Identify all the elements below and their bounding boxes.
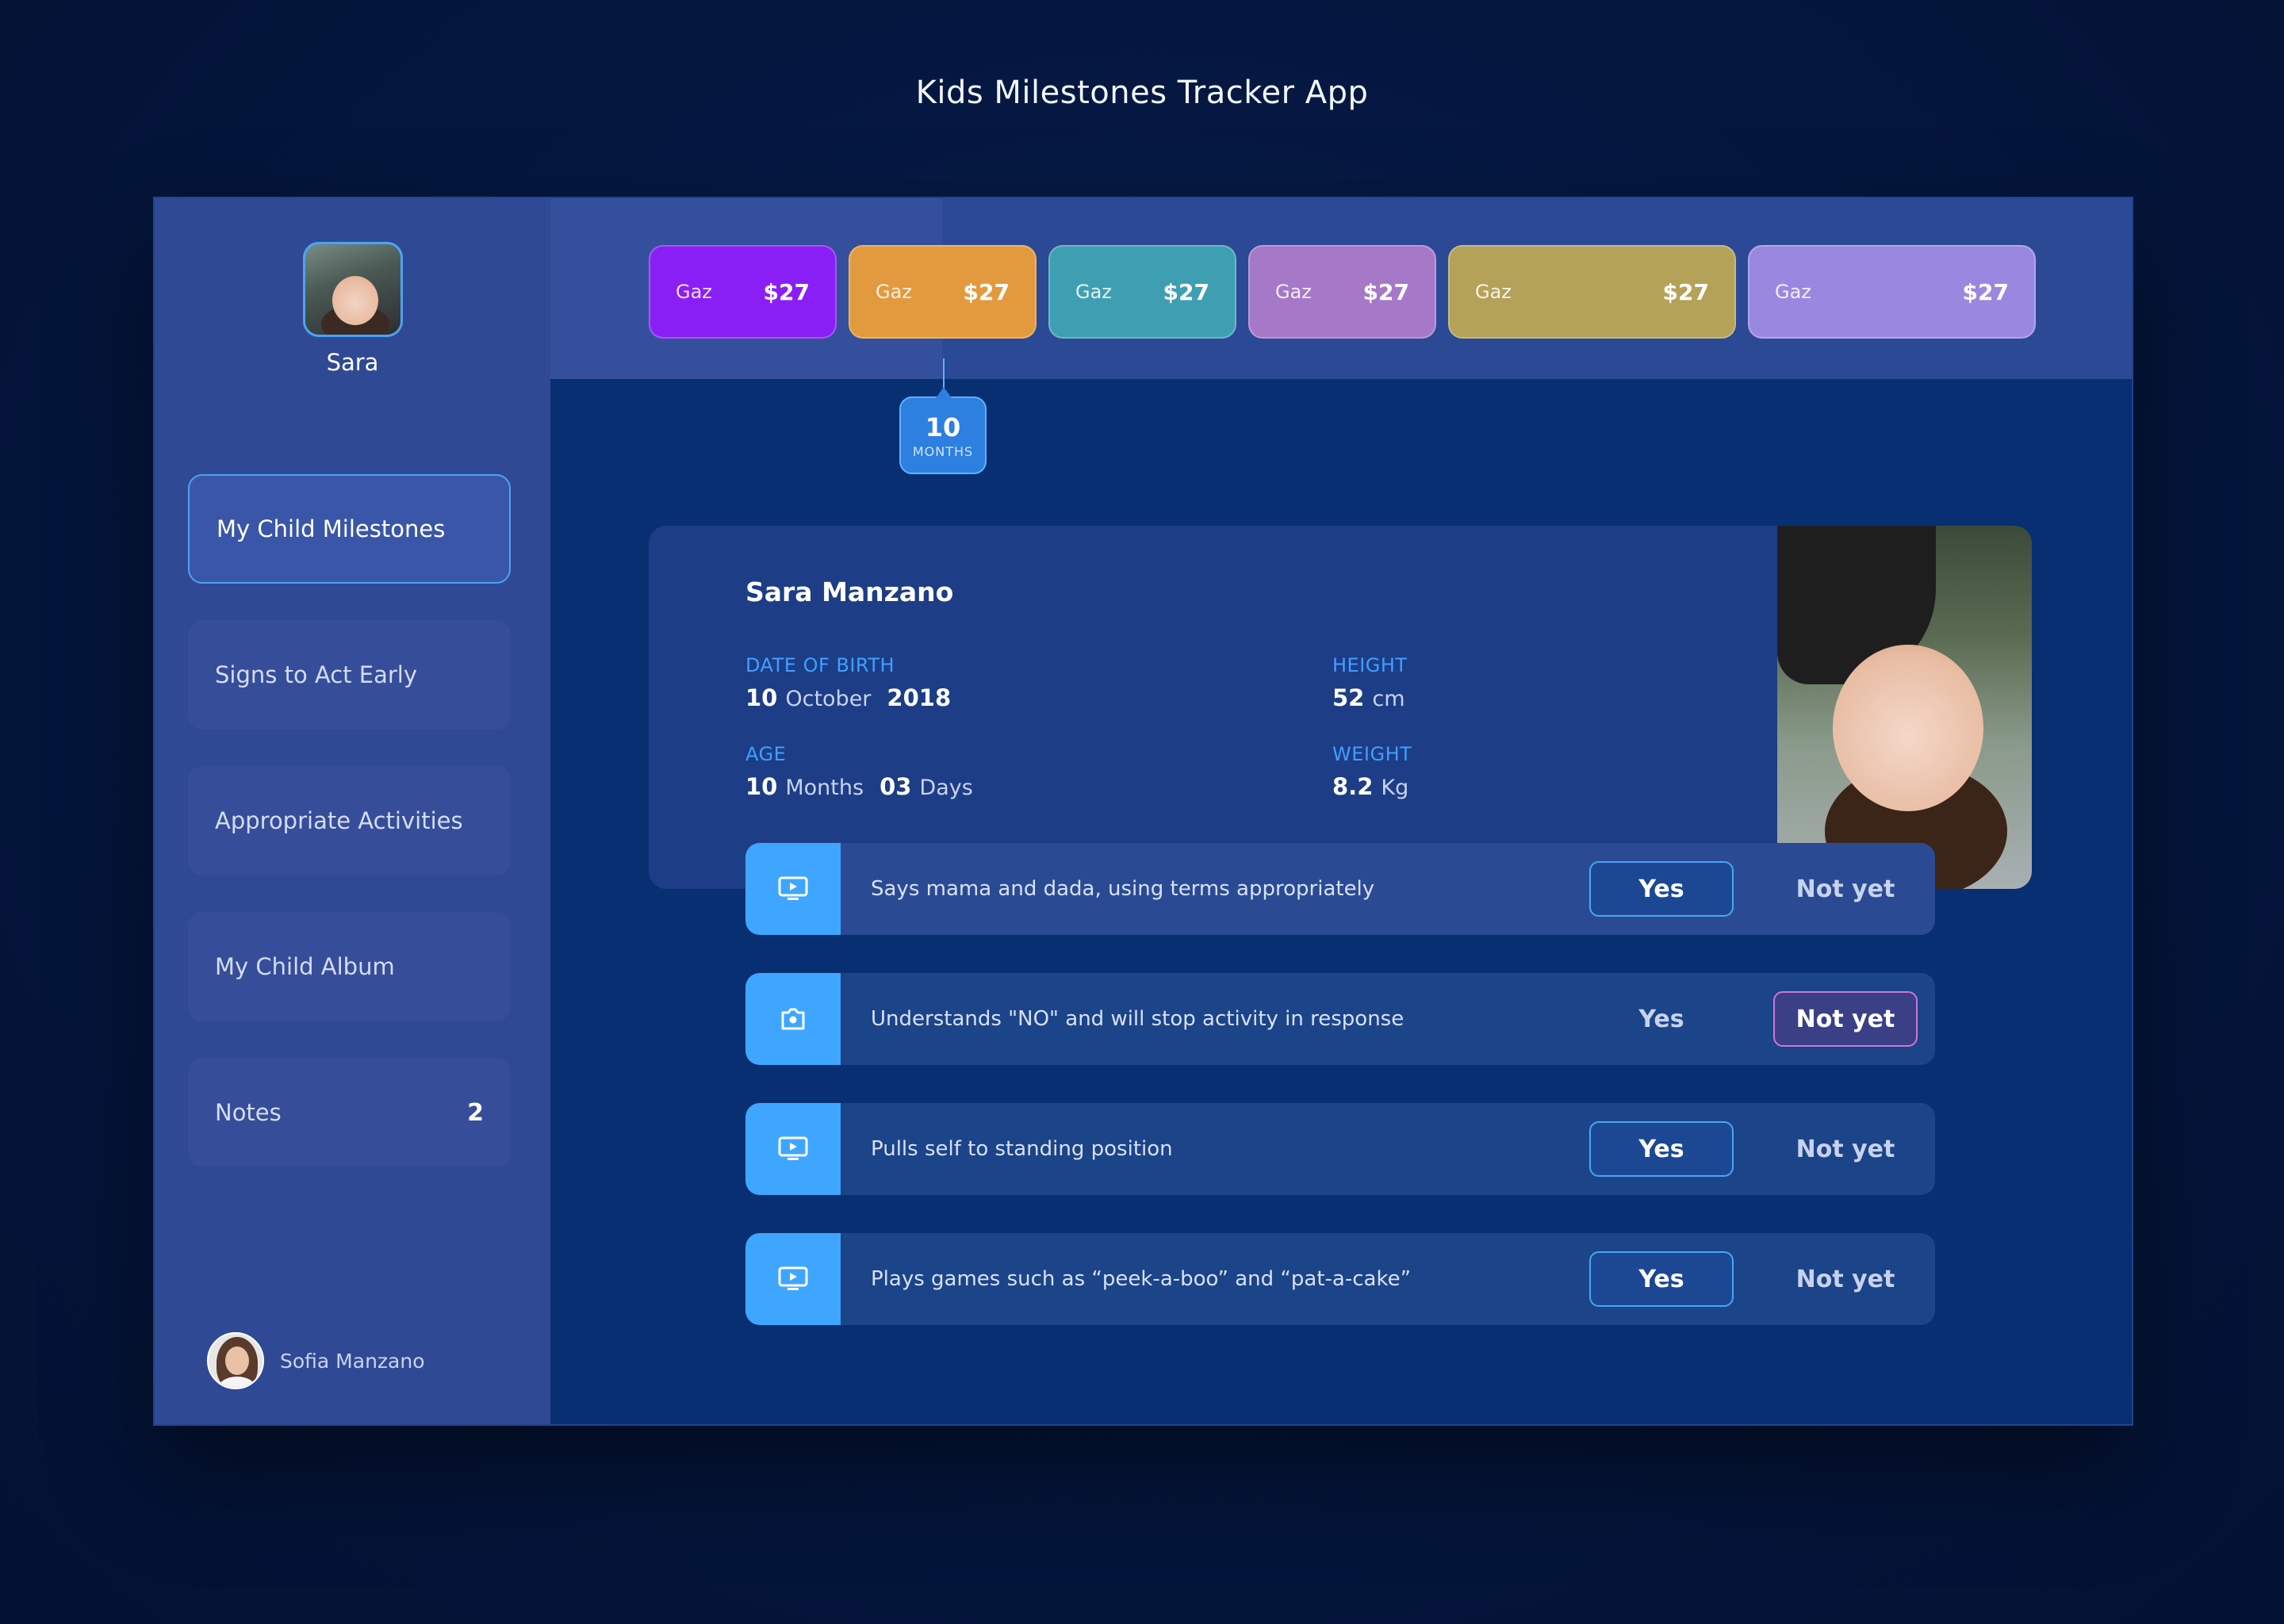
user-profile[interactable]: Sofia Manzano	[207, 1332, 425, 1389]
age-days: 03	[879, 773, 912, 800]
month-pill-amount: $27	[1163, 278, 1209, 305]
month-pill-amount: $27	[763, 278, 810, 305]
dob-month: October	[785, 687, 872, 711]
nav-item-appropriate-activities[interactable]: Appropriate Activities	[188, 766, 511, 875]
dob-label: DATE OF BIRTH	[745, 654, 895, 676]
user-name: Sofia Manzano	[280, 1349, 425, 1373]
height-value: 52	[1332, 684, 1365, 711]
child-photo	[1777, 526, 2032, 889]
month-pill-label: Gaz	[1075, 281, 1112, 303]
milestone-row: Understands "NO" and will stop activity …	[745, 973, 1935, 1065]
play-icon[interactable]	[745, 843, 841, 935]
profile-name: Sara Manzano	[745, 576, 954, 607]
child-name: Sara	[326, 349, 379, 376]
nav-item-signs-to-act-early[interactable]: Signs to Act Early	[188, 620, 511, 730]
dob-day: 10	[745, 684, 778, 711]
milestone-row: Pulls self to standing position Yes Not …	[745, 1103, 1935, 1195]
not-yet-button[interactable]: Not yet	[1773, 1251, 1918, 1307]
user-avatar[interactable]	[207, 1332, 264, 1389]
milestone-text: Says mama and dada, using terms appropri…	[871, 877, 1375, 901]
page-title: Kids Milestones Tracker App	[915, 75, 1369, 111]
notes-count-badge: 2	[467, 1098, 484, 1127]
yes-button[interactable]: Yes	[1589, 1121, 1734, 1177]
child-avatar[interactable]	[303, 242, 403, 337]
height-field: HEIGHT 52 cm	[1332, 654, 1408, 711]
age-marker[interactable]: 10 MONTHS	[899, 358, 987, 474]
month-pill-amount: $27	[1962, 278, 2009, 305]
month-pill-amount: $27	[1662, 278, 1709, 305]
weight-label: WEIGHT	[1332, 743, 1412, 765]
height-unit: cm	[1372, 687, 1405, 711]
app-window: Sara My Child Milestones Signs to Act Ea…	[153, 197, 2133, 1426]
play-icon[interactable]	[745, 1233, 841, 1325]
month-pill-2[interactable]: Gaz $27	[849, 245, 1037, 339]
milestone-row: Says mama and dada, using terms appropri…	[745, 843, 1935, 935]
milestone-text: Understands "NO" and will stop activity …	[871, 1007, 1405, 1031]
nav-item-label: Appropriate Activities	[215, 807, 463, 834]
age-label: AGE	[745, 743, 787, 765]
milestone-row: Plays games such as “peek-a-boo” and “pa…	[745, 1233, 1935, 1325]
weight-field: WEIGHT 8.2 Kg	[1332, 743, 1412, 800]
month-pill-amount: $27	[1362, 278, 1409, 305]
milestone-text: Pulls self to standing position	[871, 1137, 1173, 1161]
month-pill-label: Gaz	[1775, 281, 1811, 303]
yes-button[interactable]: Yes	[1589, 1251, 1734, 1307]
month-pill-1[interactable]: Gaz $27	[649, 245, 837, 339]
nav-item-my-child-milestones[interactable]: My Child Milestones	[188, 474, 511, 584]
weight-value: 8.2	[1332, 773, 1374, 800]
camera-icon[interactable]	[745, 973, 841, 1065]
age-field: AGE 10 Months 03 Days	[745, 743, 973, 800]
dob-field: DATE OF BIRTH 10 October 2018	[745, 654, 959, 711]
weight-unit: Kg	[1381, 776, 1409, 800]
not-yet-button[interactable]: Not yet	[1773, 1121, 1918, 1177]
milestone-text: Plays games such as “peek-a-boo” and “pa…	[871, 1267, 1412, 1291]
not-yet-button[interactable]: Not yet	[1773, 861, 1918, 917]
not-yet-button[interactable]: Not yet	[1773, 991, 1918, 1047]
dob-year: 2018	[887, 684, 952, 711]
month-pill-6[interactable]: Gaz $27	[1748, 245, 2036, 339]
nav-item-label: My Child Album	[215, 953, 395, 980]
month-pill-4[interactable]: Gaz $27	[1248, 245, 1436, 339]
month-pill-label: Gaz	[876, 281, 912, 303]
yes-button[interactable]: Yes	[1589, 991, 1734, 1047]
child-profile-card: Sara Manzano DATE OF BIRTH 10 October 2018…	[649, 526, 2032, 889]
month-pill-3[interactable]: Gaz $27	[1048, 245, 1236, 339]
nav-item-my-child-album[interactable]: My Child Album	[188, 912, 511, 1021]
yes-button[interactable]: Yes	[1589, 861, 1734, 917]
month-pill-label: Gaz	[1275, 281, 1312, 303]
age-marker-value: 10	[925, 412, 961, 442]
month-pill-5[interactable]: Gaz $27	[1448, 245, 1736, 339]
age-marker-unit: MONTHS	[912, 444, 974, 459]
play-icon[interactable]	[745, 1103, 841, 1195]
age-days-unit: Days	[919, 776, 973, 800]
nav-item-label: Notes	[215, 1099, 282, 1126]
age-months: 10	[745, 773, 778, 800]
nav-item-notes[interactable]: Notes 2	[188, 1058, 511, 1167]
month-pill-label: Gaz	[1475, 281, 1512, 303]
nav-item-label: My Child Milestones	[217, 515, 446, 542]
sidebar: Sara My Child Milestones Signs to Act Ea…	[155, 198, 550, 1424]
age-months-unit: Months	[785, 776, 864, 800]
month-pill-label: Gaz	[676, 281, 712, 303]
height-label: HEIGHT	[1332, 654, 1408, 676]
month-pill-amount: $27	[963, 278, 1010, 305]
nav-item-label: Signs to Act Early	[215, 661, 418, 688]
